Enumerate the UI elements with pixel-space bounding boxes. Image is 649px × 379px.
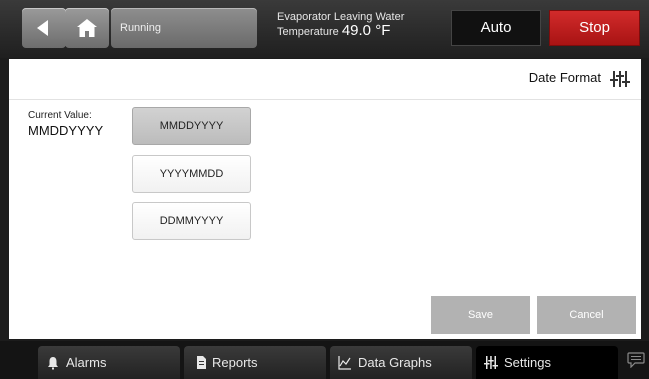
bottom-nav: Alarms Reports Data Graphs Settings xyxy=(0,341,649,379)
tab-data-graphs[interactable]: Data Graphs xyxy=(330,346,472,379)
title-row: Date Format xyxy=(9,59,641,100)
option-ddmmyyyy-button[interactable]: DDMMYYYY xyxy=(132,202,251,240)
sliders-icon xyxy=(484,356,498,369)
tab-data-graphs-label: Data Graphs xyxy=(358,355,432,370)
tab-settings[interactable]: Settings xyxy=(476,346,618,379)
save-button[interactable]: Save xyxy=(431,296,530,334)
stop-button[interactable]: Stop xyxy=(549,10,640,46)
back-button[interactable] xyxy=(22,8,66,48)
content-panel: Date Format Current Value: MMDDYYYY MMDD… xyxy=(9,59,641,339)
current-value-label: Current Value: xyxy=(28,110,92,121)
comment-icon[interactable] xyxy=(627,352,645,368)
evaporator-label-line2: Temperature 49.0 °F xyxy=(277,22,437,39)
back-arrow-icon xyxy=(37,20,48,36)
tab-settings-label: Settings xyxy=(504,355,551,370)
status-display: Running xyxy=(111,8,257,48)
current-value: MMDDYYYY xyxy=(28,123,104,138)
option-mmddyyyy-button[interactable]: MMDDYYYY xyxy=(132,107,251,145)
home-icon xyxy=(77,19,97,37)
evaporator-temperature-value: 49.0 °F xyxy=(341,22,391,39)
cancel-button[interactable]: Cancel xyxy=(537,296,636,334)
tab-reports[interactable]: Reports xyxy=(184,346,326,379)
tab-reports-label: Reports xyxy=(212,355,258,370)
chiller-display: Running Evaporator Leaving Water Tempera… xyxy=(0,0,649,379)
evaporator-label-temperature: Temperature xyxy=(277,26,339,38)
bell-icon xyxy=(48,357,58,370)
evaporator-reading: Evaporator Leaving Water Temperature 49.… xyxy=(277,10,437,50)
document-icon xyxy=(197,356,206,369)
auto-button[interactable]: Auto xyxy=(451,10,541,46)
tab-alarms[interactable]: Alarms xyxy=(38,346,180,379)
option-yyyymmdd-button[interactable]: YYYYMMDD xyxy=(132,155,251,193)
tab-alarms-label: Alarms xyxy=(66,355,107,370)
page-title: Date Format xyxy=(528,70,601,85)
graph-icon xyxy=(338,356,351,370)
top-header: Running Evaporator Leaving Water Tempera… xyxy=(0,0,649,58)
home-button[interactable] xyxy=(65,8,109,48)
sliders-icon xyxy=(610,71,630,87)
